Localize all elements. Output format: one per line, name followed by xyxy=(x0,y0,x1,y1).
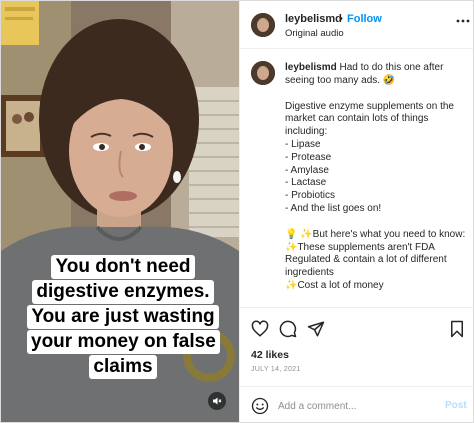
reel-video[interactable]: You don't need digestive enzymes. You ar… xyxy=(1,1,239,422)
header-separator: • xyxy=(339,13,343,25)
emoji-icon[interactable] xyxy=(251,397,269,415)
comment-line: ✨Cost a lot of money xyxy=(285,279,384,291)
comment-icon[interactable] xyxy=(279,320,297,338)
follow-button[interactable]: Follow xyxy=(347,13,382,25)
comment-line: - Probiotics xyxy=(285,190,336,202)
comment-line: ✨These supplements aren't FDA Regulated … xyxy=(285,241,447,279)
comment-line: - Lactase xyxy=(285,177,327,189)
speaker-muted-icon xyxy=(213,397,222,405)
post-date[interactable]: JULY 14, 2021 xyxy=(251,366,301,373)
post-details-panel: leybelismd • Follow Original audio leybe… xyxy=(239,1,473,422)
heart-icon[interactable] xyxy=(251,320,269,338)
caption-text: leybelismd Had to do this one after seei… xyxy=(285,62,469,293)
caption-line: You are just wasting xyxy=(27,305,219,329)
share-icon[interactable] xyxy=(307,320,325,338)
post-header: leybelismd • Follow Original audio xyxy=(240,1,473,49)
comment-line: Digestive enzyme supplements on the mark… xyxy=(285,100,454,138)
comment-line: - Lipase xyxy=(285,138,321,150)
avatar[interactable] xyxy=(251,61,275,85)
caption-line: claims xyxy=(89,355,157,379)
mute-button[interactable] xyxy=(208,392,226,410)
likes-count[interactable]: 42 likes xyxy=(251,349,289,361)
comment-input[interactable] xyxy=(278,396,438,416)
caption-line: digestive enzymes. xyxy=(32,280,214,304)
comment-line: 💡 ✨But here's what you need to know: xyxy=(285,228,466,240)
caption-line: your money on false xyxy=(27,330,220,354)
video-caption: You don't need digestive enzymes. You ar… xyxy=(27,255,220,380)
add-comment-bar: Post xyxy=(240,386,473,422)
post-button[interactable]: Post xyxy=(445,400,467,411)
comment-username[interactable]: leybelismd xyxy=(285,62,337,73)
caption-comment: leybelismd Had to do this one after seei… xyxy=(240,50,473,307)
avatar-image xyxy=(251,61,275,85)
audio-label[interactable]: Original audio xyxy=(285,28,344,39)
avatar[interactable] xyxy=(251,13,275,37)
bookmark-icon[interactable] xyxy=(448,320,466,338)
comment-line: - And the list goes on! xyxy=(285,202,382,214)
caption-line: You don't need xyxy=(51,255,195,279)
header-username[interactable]: leybelismd xyxy=(285,13,342,25)
comment-line: - Amylase xyxy=(285,164,329,176)
comment-line xyxy=(285,216,469,229)
comment-line xyxy=(285,88,469,101)
post-dialog: You don't need digestive enzymes. You ar… xyxy=(0,0,474,423)
more-horizontal-icon[interactable] xyxy=(456,17,470,25)
avatar-image xyxy=(251,13,275,37)
comment-line: - Protease xyxy=(285,151,332,163)
